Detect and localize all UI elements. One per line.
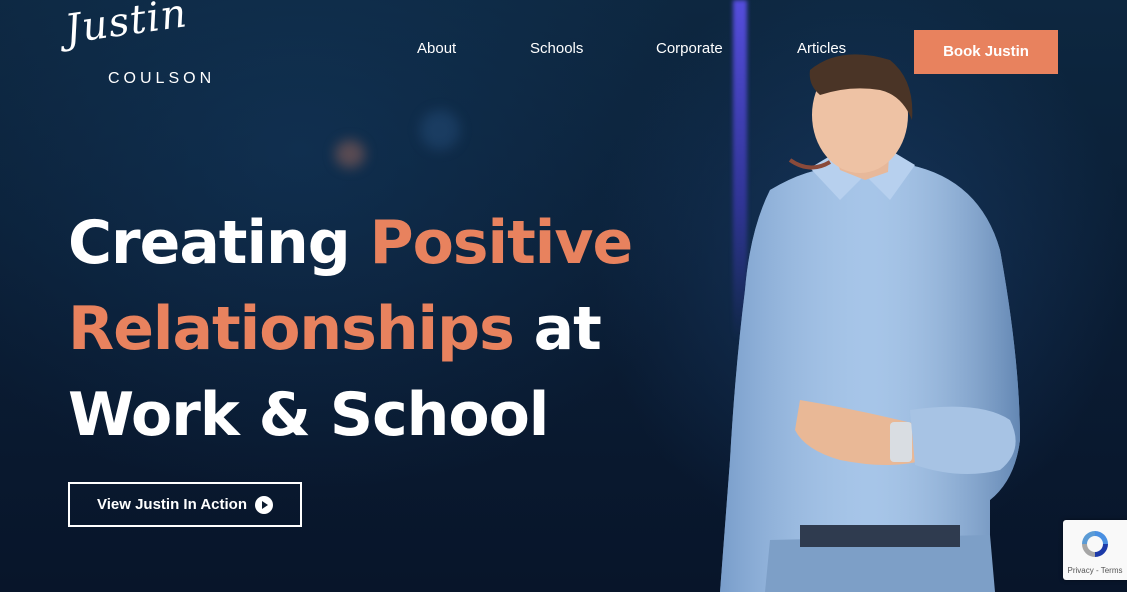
headline-text: Work & School xyxy=(68,380,549,450)
hero-headline: Creating Positive Relationships at Work … xyxy=(68,200,688,458)
nav-item-schools[interactable]: Schools xyxy=(530,40,583,57)
logo-subtext: COULSON xyxy=(108,70,216,87)
headline-accent-text: Relationships xyxy=(68,294,515,364)
bokeh-light xyxy=(335,140,365,168)
nav-item-about[interactable]: About xyxy=(417,40,456,57)
view-justin-in-action-button[interactable]: View Justin In Action xyxy=(68,482,302,527)
headline-line-1: Creating Positive xyxy=(68,200,688,286)
cta-label: View Justin In Action xyxy=(96,496,248,513)
headline-text: Creating xyxy=(68,208,370,278)
logo-script-text: Justin xyxy=(62,0,191,53)
recaptcha-badge[interactable]: Privacy - Terms xyxy=(1063,520,1127,580)
hero-section: Justin COULSON About Schools Corporate A… xyxy=(0,0,1127,592)
play-circle-icon xyxy=(255,495,274,514)
recaptcha-icon xyxy=(1082,531,1108,557)
headline-accent-text: Positive xyxy=(369,208,634,278)
bokeh-light xyxy=(420,110,460,150)
recaptcha-terms[interactable]: Privacy - Terms xyxy=(1063,566,1127,575)
headline-line-3: Work & School xyxy=(68,372,688,458)
speaker-photo xyxy=(720,54,1020,592)
headline-line-2: Relationships at xyxy=(68,286,688,372)
headline-text: at xyxy=(513,294,602,364)
nav-item-corporate[interactable]: Corporate xyxy=(656,40,723,57)
book-justin-button[interactable]: Book Justin xyxy=(914,30,1058,74)
site-logo[interactable]: Justin COULSON xyxy=(62,0,218,95)
nav-item-articles[interactable]: Articles xyxy=(797,40,846,57)
